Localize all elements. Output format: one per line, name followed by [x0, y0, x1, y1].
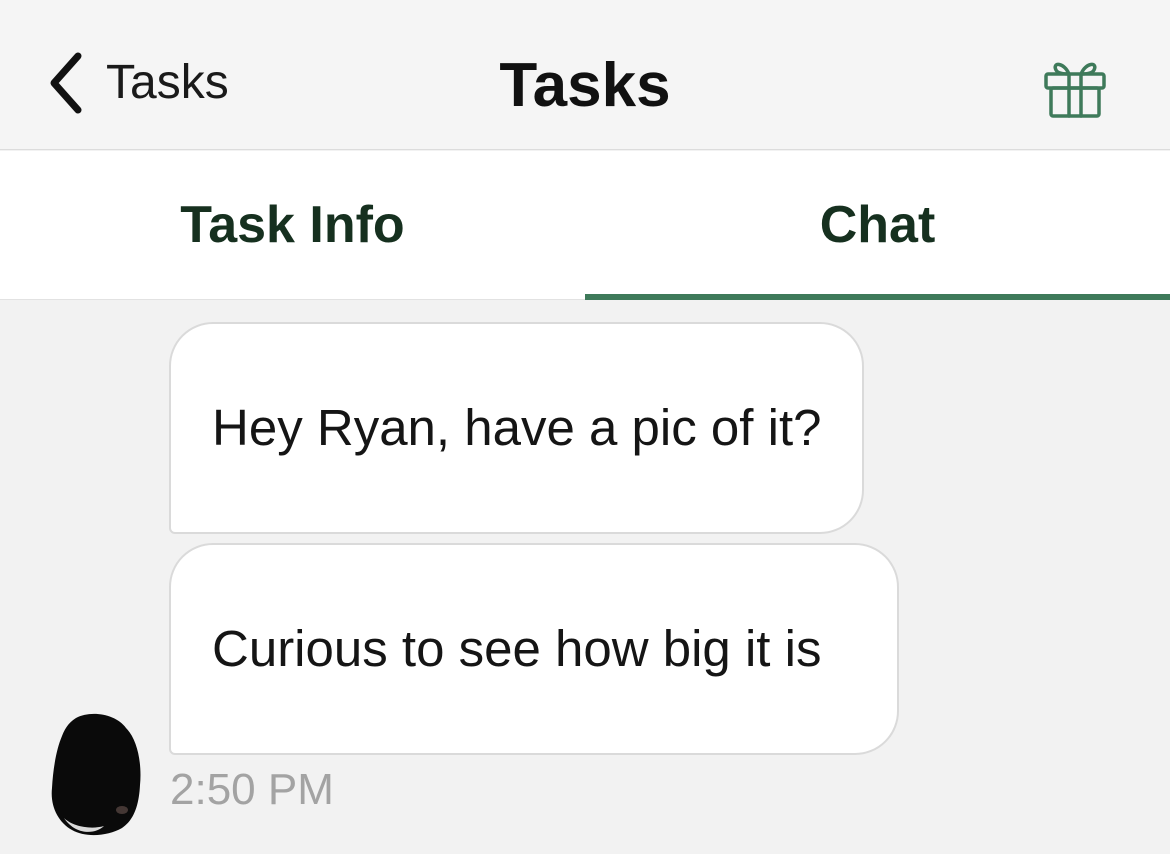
avatar-image — [51, 713, 141, 836]
tab-bar: Task Info Chat — [0, 151, 1170, 300]
navigation-bar: Tasks Tasks — [0, 0, 1170, 150]
message-text: Hey Ryan, have a pic of it? — [212, 399, 822, 456]
chat-screen: Tasks Tasks Task Info Chat Hey Ryan, hav… — [0, 0, 1170, 854]
page-title: Tasks — [499, 51, 671, 120]
chat-messages: Hey Ryan, have a pic of it? Curious to s… — [0, 300, 1170, 854]
message-text: Curious to see how big it is — [212, 620, 822, 677]
gift-icon — [1044, 62, 1106, 118]
tab-task-info[interactable]: Task Info — [0, 151, 585, 299]
gift-button[interactable] — [1040, 52, 1110, 122]
avatar[interactable] — [46, 710, 146, 840]
message-bubble: Curious to see how big it is — [169, 543, 899, 755]
tab-chat[interactable]: Chat — [585, 151, 1170, 300]
message-timestamp: 2:50 PM — [170, 765, 334, 814]
message-bubble: Hey Ryan, have a pic of it? — [169, 322, 864, 534]
